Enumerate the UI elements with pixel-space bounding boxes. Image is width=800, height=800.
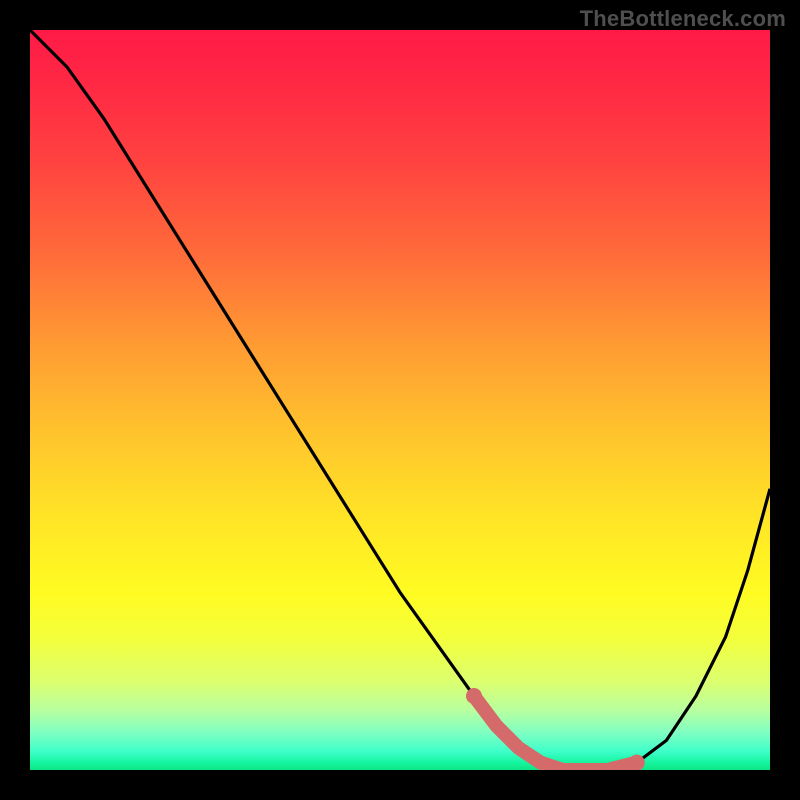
optimal-zone	[466, 688, 645, 770]
watermark-text: TheBottleneck.com	[580, 6, 786, 32]
optimal-zone-endpoint	[466, 688, 482, 704]
chart-overlay	[30, 30, 770, 770]
optimal-zone-stroke	[474, 696, 637, 770]
chart-frame: TheBottleneck.com	[0, 0, 800, 800]
bottleneck-curve	[30, 30, 770, 770]
plot-area	[30, 30, 770, 770]
optimal-zone-endpoint	[629, 755, 645, 770]
